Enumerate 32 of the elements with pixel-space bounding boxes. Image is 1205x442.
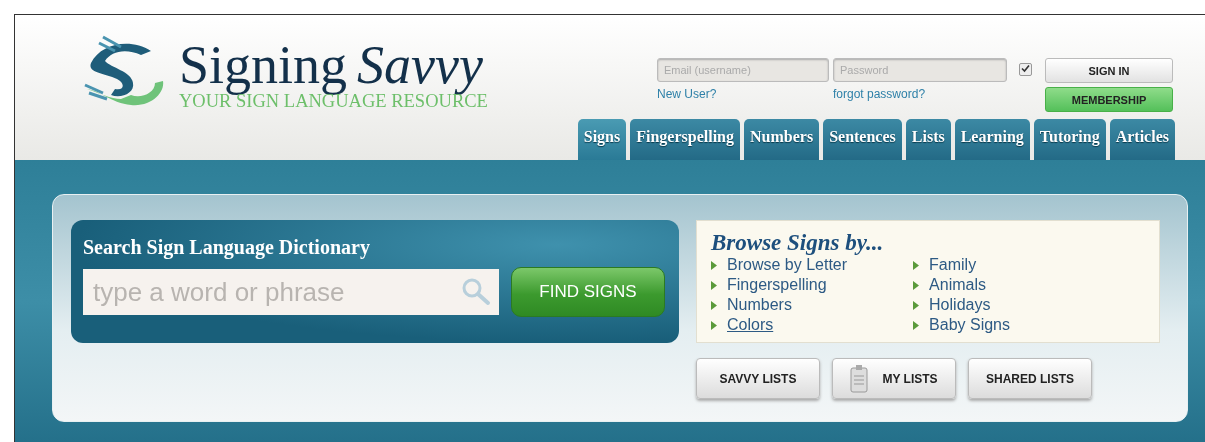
list-button[interactable]: SHARED LISTS bbox=[968, 358, 1092, 399]
browse-link[interactable]: Numbers bbox=[711, 295, 848, 315]
nav-tab[interactable]: Learning bbox=[954, 119, 1030, 160]
browse-title: Browse Signs by... bbox=[711, 231, 885, 255]
search-field[interactable]: type a word or phrase bbox=[83, 269, 499, 315]
logo-wordmark: Signing Savvy bbox=[179, 34, 483, 95]
nav-tab[interactable]: Fingerspelling bbox=[630, 119, 740, 160]
sign-in-button[interactable]: SIGN IN bbox=[1045, 58, 1173, 83]
email-field[interactable]: Email (username) bbox=[657, 58, 829, 82]
browse-link[interactable]: Holidays bbox=[913, 295, 1010, 315]
remember-checkbox[interactable] bbox=[1019, 63, 1032, 76]
password-field[interactable]: Password bbox=[833, 58, 1007, 82]
new-user-link[interactable]: New User? bbox=[657, 87, 829, 101]
clipboard-icon bbox=[850, 364, 869, 393]
nav-tab[interactable]: Articles bbox=[1109, 119, 1175, 160]
forgot-password-link[interactable]: forgot password? bbox=[833, 87, 1007, 101]
browse-link[interactable]: Family bbox=[913, 255, 1010, 275]
membership-button[interactable]: MEMBERSHIP bbox=[1045, 87, 1173, 112]
nav-tab[interactable]: Sentences bbox=[823, 119, 902, 160]
browse-link[interactable]: Animals bbox=[913, 275, 1010, 295]
list-button[interactable]: MY LISTS bbox=[832, 358, 956, 399]
list-button[interactable]: SAVVY LISTS bbox=[696, 358, 820, 399]
nav-tab[interactable]: Signs bbox=[577, 119, 627, 160]
nav-tab[interactable]: Tutoring bbox=[1033, 119, 1106, 160]
browse-link[interactable]: Colors bbox=[711, 315, 848, 335]
browse-link[interactable]: Browse by Letter bbox=[711, 255, 848, 275]
browse-link[interactable]: Baby Signs bbox=[913, 315, 1010, 335]
nav-tab[interactable]: Lists bbox=[905, 119, 951, 160]
browse-link[interactable]: Fingerspelling bbox=[711, 275, 848, 295]
search-title: Search Sign Language Dictionary bbox=[83, 236, 371, 259]
nav-tab[interactable]: Numbers bbox=[744, 119, 820, 160]
search-icon bbox=[461, 277, 491, 307]
